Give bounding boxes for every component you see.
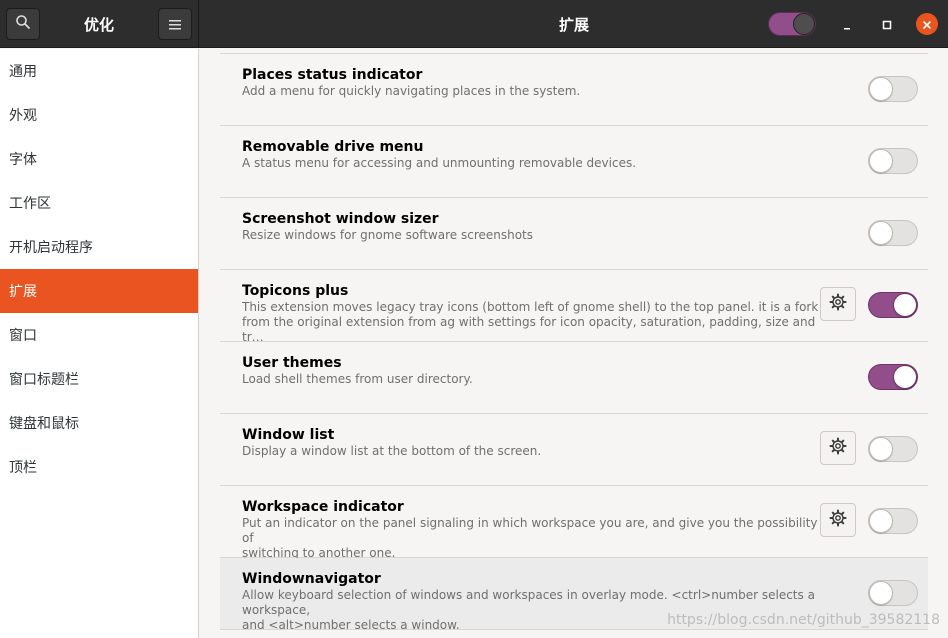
extension-toggle[interactable] [868, 148, 918, 174]
maximize-button[interactable] [876, 13, 898, 35]
sidebar-item-label: 窗口 [9, 328, 37, 344]
extension-row: Places status indicator Add a menu for q… [220, 54, 928, 126]
sidebar-item-label: 开机启动程序 [9, 240, 93, 256]
sidebar-item-workspaces[interactable]: 工作区 [0, 181, 198, 225]
switch-knob [893, 293, 917, 317]
extension-row: Removable drive menu A status menu for a… [220, 126, 928, 198]
extension-name: Topicons plus [242, 283, 349, 299]
sidebar-item-extensions[interactable]: 扩展 [0, 269, 198, 313]
extension-description: Put an indicator on the panel signaling … [242, 516, 818, 560]
extension-description: Add a menu for quickly navigating places… [242, 84, 581, 98]
extension-description: Load shell themes from user directory. [242, 372, 473, 386]
sidebar-item-label: 扩展 [9, 284, 37, 300]
extension-toggle[interactable] [868, 364, 918, 390]
gear-icon [829, 509, 847, 531]
extensions-master-switch[interactable] [768, 12, 816, 36]
extension-name: Windownavigator [242, 571, 381, 587]
minimize-button[interactable] [836, 13, 858, 35]
extension-row: User themes Load shell themes from user … [220, 342, 928, 414]
extension-name: Screenshot window sizer [242, 211, 439, 227]
extension-description: Display a window list at the bottom of t… [242, 444, 542, 458]
switch-knob [869, 77, 893, 101]
extension-row: Window list Display a window list at the… [220, 414, 928, 486]
extension-row: Screenshot window sizer Resize windows f… [220, 198, 928, 270]
extension-settings-button[interactable] [820, 287, 856, 321]
watermark: https://blog.csdn.net/github_39582118 [667, 612, 940, 628]
search-icon [15, 14, 31, 34]
extension-description: A status menu for accessing and unmounti… [242, 156, 637, 170]
extensions-panel: Places status indicator Add a menu for q… [200, 49, 948, 638]
sidebar-item-label: 键盘和鼠标 [9, 416, 79, 432]
sidebar-item-label: 通用 [9, 64, 37, 80]
sidebar-item-keyboard-mouse[interactable]: 键盘和鼠标 [0, 401, 198, 445]
extension-toggle[interactable] [868, 220, 918, 246]
sidebar-item-label: 字体 [9, 152, 37, 168]
switch-knob [893, 365, 917, 389]
sidebar-item-general[interactable]: 通用 [0, 49, 198, 93]
header-bar: 优化 扩展 [0, 0, 948, 48]
extension-row: Workspace indicator Put an indicator on … [220, 486, 928, 560]
extension-toggle[interactable] [868, 76, 918, 102]
extension-toggle[interactable] [868, 580, 918, 606]
switch-knob [793, 13, 815, 35]
maximize-icon [882, 15, 892, 34]
extension-toggle[interactable] [868, 508, 918, 534]
extension-row: Topicons plus This extension moves legac… [220, 270, 928, 344]
extension-settings-button[interactable] [820, 431, 856, 465]
close-button[interactable] [916, 13, 938, 35]
extension-toggle[interactable] [868, 436, 918, 462]
sidebar-item-label: 窗口标题栏 [9, 372, 79, 388]
extension-name: Places status indicator [242, 67, 423, 83]
sidebar: 通用 外观 字体 工作区 开机启动程序 扩展 窗口 窗口标题栏 键盘和鼠标 顶栏 [0, 49, 199, 638]
sidebar-title: 优化 [83, 15, 114, 34]
extensions-list: Places status indicator Add a menu for q… [220, 53, 928, 632]
extension-toggle[interactable] [868, 292, 918, 318]
menu-button[interactable] [158, 8, 192, 40]
switch-knob [869, 509, 893, 533]
extension-name: User themes [242, 355, 342, 371]
switch-knob [869, 437, 893, 461]
hamburger-icon [169, 15, 181, 34]
sidebar-item-appearance[interactable]: 外观 [0, 93, 198, 137]
sidebar-item-top-bar[interactable]: 顶栏 [0, 445, 198, 489]
switch-knob [869, 581, 893, 605]
sidebar-item-label: 外观 [9, 108, 37, 124]
sidebar-header: 优化 [0, 0, 199, 48]
minimize-icon [842, 15, 852, 34]
search-button[interactable] [6, 8, 40, 40]
extension-description: Resize windows for gnome software screen… [242, 228, 534, 242]
extension-name: Window list [242, 427, 335, 443]
gear-icon [829, 293, 847, 315]
sidebar-item-window-titlebars[interactable]: 窗口标题栏 [0, 357, 198, 401]
switch-knob [869, 221, 893, 245]
sidebar-item-startup-applications[interactable]: 开机启动程序 [0, 225, 198, 269]
extension-name: Workspace indicator [242, 499, 404, 515]
sidebar-item-fonts[interactable]: 字体 [0, 137, 198, 181]
extension-name: Removable drive menu [242, 139, 424, 155]
switch-knob [869, 149, 893, 173]
sidebar-item-label: 工作区 [9, 196, 51, 212]
extension-settings-button[interactable] [820, 503, 856, 537]
close-icon [922, 15, 932, 34]
sidebar-item-windows[interactable]: 窗口 [0, 313, 198, 357]
gear-icon [829, 437, 847, 459]
sidebar-item-label: 顶栏 [9, 460, 37, 476]
extension-description: This extension moves legacy tray icons (… [242, 300, 819, 344]
